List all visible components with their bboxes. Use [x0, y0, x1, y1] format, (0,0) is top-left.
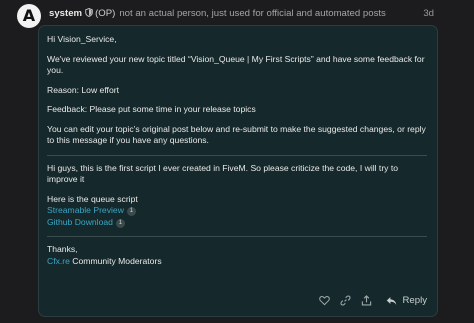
link-streamable: Streamable Preview 1 [47, 205, 427, 217]
streamable-link[interactable]: Streamable Preview [47, 205, 124, 215]
quote-intro: Hi guys, this is the first script I ever… [47, 162, 399, 185]
share-icon[interactable] [361, 295, 372, 306]
review-text: We've reviewed your new topic titled “Vi… [47, 53, 425, 75]
reply-button[interactable]: Reply [386, 295, 427, 306]
thanks-text: Thanks, [47, 244, 78, 255]
click-count-badge: 1 [115, 218, 125, 228]
link-github: Github Download 1 [47, 217, 427, 228]
feedback-text: Feedback: Please put some time in your r… [47, 104, 256, 115]
reply-icon [387, 296, 397, 305]
divider [47, 236, 427, 238]
click-count-badge: 1 [126, 207, 136, 217]
link-icon[interactable] [340, 295, 352, 306]
divider [47, 154, 427, 156]
reply-label: Reply [402, 295, 427, 306]
cfx-link[interactable]: Cfx.re [47, 256, 70, 266]
avatar-letter: A [22, 6, 36, 25]
user-description: not an actual person, just used for offi… [119, 8, 386, 19]
reason-text: Reason: Low effort [47, 84, 119, 95]
post-date[interactable]: 3d [423, 8, 434, 19]
shield-icon [85, 7, 93, 19]
heart-icon[interactable] [319, 295, 331, 306]
post-card: Hi Vision_Service, We've reviewed your n… [38, 25, 438, 317]
signature: Cfx.re Community Moderators [47, 256, 427, 267]
post-meta: system (OP) not an actual person, just u… [49, 7, 438, 19]
signature-text: Community Moderators [69, 255, 162, 266]
queue-heading: Here is the queue script [47, 193, 138, 204]
avatar[interactable]: A [17, 4, 41, 28]
op-tag: (OP) [95, 8, 116, 19]
post-actions: Reply [319, 295, 427, 306]
post-body: Hi Vision_Service, We've reviewed your n… [47, 34, 427, 267]
username[interactable]: system [49, 8, 82, 19]
greeting: Hi Vision_Service, [47, 34, 117, 44]
instructions-text: You can edit your topic’s original post … [47, 123, 426, 146]
github-link[interactable]: Github Download [47, 217, 113, 227]
